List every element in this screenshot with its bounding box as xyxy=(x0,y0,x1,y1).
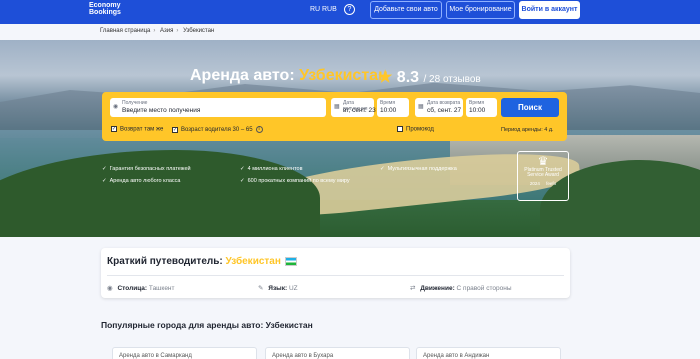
guide-capital: ◉ Столица: Ташкент xyxy=(107,284,175,292)
logo-line2: Bookings xyxy=(89,9,121,16)
award-line2: Service Award xyxy=(527,172,559,178)
traffic-label: Движение: xyxy=(420,285,455,292)
check-icon: ✓ xyxy=(240,166,245,172)
language-value: UZ xyxy=(288,285,298,292)
return-date-field[interactable]: ▦ Дата возврата сб, сент. 27 xyxy=(415,98,463,117)
guide-language: ✎ Язык: UZ xyxy=(258,284,298,292)
chat-icon: ✎ xyxy=(258,285,264,292)
feature-item: ✓ Гарантия безопасных платежей xyxy=(102,166,191,172)
breadcrumb-separator: › xyxy=(176,28,179,34)
feature-text: 4 миллиона клиентов xyxy=(247,166,303,172)
feefo-award-badge[interactable]: ♛ Platinum Trusted Service Award 2024 fe… xyxy=(517,151,569,201)
rating-reviews[interactable]: / 28 отзывов xyxy=(424,74,481,85)
award-year: 2024 xyxy=(529,181,540,186)
location-pin-icon: ◉ xyxy=(107,285,113,292)
return-date-value[interactable]: сб, сент. 27 xyxy=(427,107,461,114)
language-selector[interactable]: RU xyxy=(310,6,320,13)
my-booking-button[interactable]: Мое бронирование xyxy=(446,1,515,19)
check-icon: ✓ xyxy=(380,166,385,172)
breadcrumb-asia[interactable]: Азия xyxy=(160,28,173,34)
rental-period: Период аренды: 4 д. xyxy=(501,127,554,133)
feature-text: Мультиязычная поддержка xyxy=(387,166,457,172)
login-button[interactable]: Войти в аккаунт xyxy=(519,1,580,19)
logo[interactable]: Economy Bookings xyxy=(89,2,121,16)
feature-text: Аренда авто любого класса xyxy=(109,178,181,184)
uzbekistan-flag-icon xyxy=(284,256,297,266)
city-card[interactable]: Аренда авто в Самарканд xyxy=(112,347,257,359)
traffic-value: С правой стороны xyxy=(456,285,512,292)
return-time-label: Время xyxy=(469,100,485,106)
check-icon: ✓ xyxy=(240,178,245,184)
help-icon[interactable]: ? xyxy=(344,4,355,15)
rating-score: 8.3 xyxy=(396,69,420,86)
pickup-location-field[interactable]: ◉ Получение Введите место получения xyxy=(110,98,326,117)
page-title: Аренда авто: Узбекистан xyxy=(190,67,388,85)
pickup-time-field[interactable]: Время 10:00 xyxy=(377,98,409,117)
search-form: ◉ Получение Введите место получения ▦ Да… xyxy=(102,92,567,141)
return-time-field[interactable]: Время 10:00 xyxy=(466,98,497,117)
breadcrumb-home[interactable]: Главная страница xyxy=(100,28,150,34)
pickup-input[interactable]: Введите место получения xyxy=(122,107,200,114)
pickup-time-label: Время xyxy=(380,100,396,106)
pickup-date-value[interactable]: вт, сент. 23 xyxy=(343,107,376,114)
promo-label: Промокод xyxy=(406,126,434,133)
logo-line1: Economy xyxy=(89,2,121,9)
arrows-icon: ⇄ xyxy=(410,285,416,292)
driver-age-checkbox[interactable]: ✓ Возраст водителя 30 – 65 i xyxy=(172,126,263,133)
checkbox-checked-icon[interactable]: ✓ xyxy=(172,126,178,133)
pickup-label: Получение xyxy=(122,100,148,106)
feature-item: ✓ Аренда авто любого класса xyxy=(102,178,180,184)
pickup-date-field[interactable]: ▦ Дата получения вт, сент. 23 xyxy=(331,98,376,117)
same-return-label: Возврат там же xyxy=(120,126,164,133)
breadcrumb-separator: › xyxy=(153,28,156,34)
location-pin-icon: ◉ xyxy=(113,104,119,110)
feature-item: ✓ 600 прокатных компаний по всему миру xyxy=(240,178,350,184)
popular-cities-title: Популярные города для аренды авто: Узбек… xyxy=(101,320,313,330)
feature-text: 600 прокатных компаний по всему миру xyxy=(247,178,350,184)
same-return-checkbox[interactable]: ✓ Возврат там же xyxy=(111,126,163,133)
award-brand: feefo xyxy=(546,181,557,186)
top-header: Economy Bookings RU RUB ? Добавьте свои … xyxy=(0,0,700,24)
check-icon: ✓ xyxy=(102,178,107,184)
driver-age-label: Возраст водителя 30 – 65 xyxy=(181,127,253,134)
breadcrumb-current: Узбекистан xyxy=(183,28,215,34)
guide-title-prefix: Краткий путеводитель: xyxy=(107,256,223,267)
promo-checkbox[interactable]: Промокод xyxy=(397,126,434,133)
title-country: Узбекистан xyxy=(299,67,388,84)
breadcrumb: Главная страница › Азия › Узбекистан xyxy=(100,28,217,34)
star-icon: ★ xyxy=(378,69,393,86)
return-time-value[interactable]: 10:00 xyxy=(469,107,485,114)
guide-title-country: Узбекистан xyxy=(225,256,281,267)
feature-text: Гарантия безопасных платежей xyxy=(109,166,191,172)
return-date-label: Дата возврата xyxy=(427,100,461,106)
rating: ★ 8.3 / 28 отзывов xyxy=(378,67,481,87)
currency-selector[interactable]: RUB xyxy=(322,6,337,13)
hero-hill-left xyxy=(0,150,320,237)
check-icon: ✓ xyxy=(102,166,107,172)
capital-label: Столица: xyxy=(117,285,148,292)
language-label: Язык: xyxy=(268,285,288,292)
calendar-icon: ▦ xyxy=(418,104,424,110)
info-icon[interactable]: i xyxy=(255,126,263,133)
guide-title: Краткий путеводитель: Узбекистан xyxy=(107,256,297,267)
feature-item: ✓ 4 миллиона клиентов xyxy=(240,166,303,172)
search-button[interactable]: Поиск xyxy=(501,98,559,117)
divider xyxy=(107,275,564,276)
feature-item: ✓ Мультиязычная поддержка xyxy=(380,166,457,172)
quick-guide-card: Краткий путеводитель: Узбекистан ◉ Столи… xyxy=(101,248,570,298)
checkbox-checked-icon[interactable]: ✓ xyxy=(111,126,117,132)
pickup-time-value[interactable]: 10:00 xyxy=(380,107,396,114)
guide-traffic: ⇄ Движение: С правой стороны xyxy=(410,284,512,292)
checkbox-empty-icon[interactable] xyxy=(397,126,403,132)
title-prefix: Аренда авто: xyxy=(190,67,295,84)
city-card[interactable]: Аренда авто в Андижан xyxy=(416,347,561,359)
city-card[interactable]: Аренда авто в Бухара xyxy=(265,347,410,359)
calendar-icon: ▦ xyxy=(334,104,340,110)
add-car-button[interactable]: Добавьте свои авто xyxy=(370,1,442,19)
trophy-icon: ♛ xyxy=(537,154,549,168)
award-footer: 2024 feefo xyxy=(518,181,568,186)
capital-value: Ташкент xyxy=(148,285,175,292)
